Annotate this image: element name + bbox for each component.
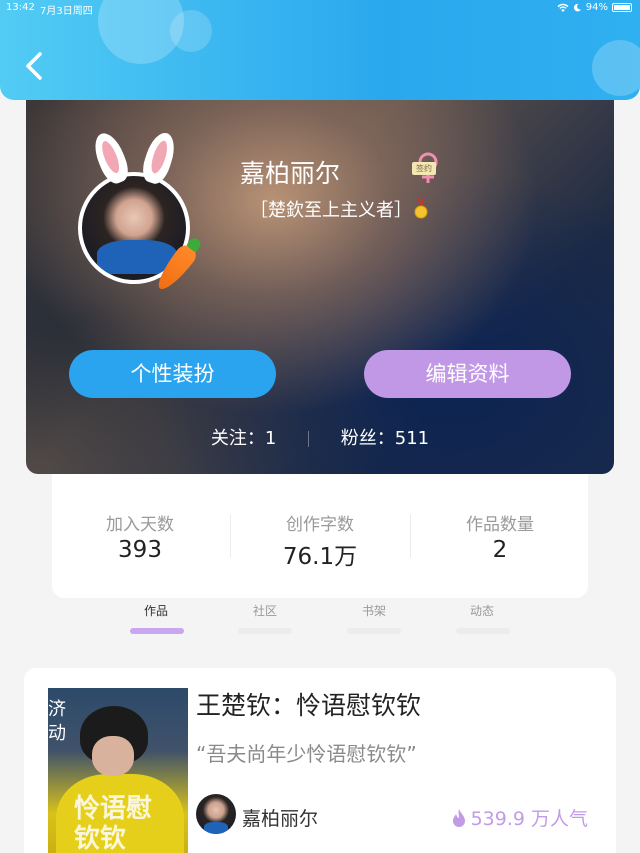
popularity-value: 539.9 万人气 [470, 808, 588, 830]
follow-stats: 关注：1 粉丝：511 [26, 424, 614, 450]
profile-motto: ［楚欽至上主义者］ [250, 200, 412, 221]
cover-side-text: 济动 [48, 699, 66, 744]
tab-community[interactable]: 社区 [235, 602, 295, 619]
tab-bookshelf[interactable]: 书架 [344, 602, 404, 619]
stat-value: 76.1万 [282, 544, 358, 570]
tab-indicator [130, 628, 184, 634]
tab-indicator [456, 628, 510, 634]
profile-username: 嘉柏丽尔 [240, 159, 341, 188]
following-link[interactable]: 关注：1 [211, 424, 276, 450]
signed-badge: 签约 [412, 162, 436, 175]
cover-title: 怜语慰钦钦 [74, 794, 153, 853]
following-count: 1 [264, 428, 277, 449]
author-avatar [196, 794, 236, 834]
dress-up-button[interactable]: 个性装扮 [69, 350, 276, 398]
tab-works[interactable]: 作品 [126, 602, 186, 619]
top-header: 13:42 7月3日周四 94% [0, 0, 640, 100]
status-date: 7月3日周四 [40, 6, 93, 17]
fans-count: 511 [394, 428, 430, 449]
stat-label: 作品数量 [466, 515, 534, 535]
bunny-ear-icon [138, 129, 180, 187]
status-time: 13:42 [6, 2, 35, 13]
moon-icon [573, 3, 581, 12]
work-quote: “吾夫尚年少怜语慰钦钦” [196, 742, 417, 766]
back-button[interactable] [18, 46, 54, 86]
profile-avatar[interactable] [78, 129, 208, 295]
stats-card: 加入天数 393 创作字数 76.1万 作品数量 2 [52, 474, 588, 598]
divider [410, 514, 411, 558]
stat-join-days: 加入天数 393 [52, 510, 228, 563]
stat-value: 393 [118, 537, 162, 563]
tab-indicator [347, 628, 401, 634]
medal-icon [414, 198, 428, 219]
divider [230, 514, 231, 558]
work-card[interactable]: 济动 怜语慰钦钦 王楚钦：怜语慰钦钦 “吾夫尚年少怜语慰钦钦” 嘉柏丽尔 539… [24, 668, 616, 853]
edit-profile-button[interactable]: 编辑资料 [364, 350, 571, 398]
status-indicators: 94% [557, 2, 632, 13]
book-cover[interactable]: 济动 怜语慰钦钦 [48, 688, 188, 853]
battery-icon [612, 3, 632, 12]
work-title[interactable]: 王楚钦：怜语慰钦钦 [196, 686, 421, 722]
flame-icon [452, 808, 465, 827]
stat-label: 加入天数 [106, 515, 174, 535]
divider [308, 431, 310, 447]
bunny-ear-icon [89, 129, 133, 187]
popularity: 539.9 万人气 [451, 804, 588, 831]
following-label: 关注： [210, 428, 265, 449]
profile-card: 嘉柏丽尔 签约 ［楚欽至上主义者］ 个性装扮 编辑资料 关注：1 粉丝：511 [26, 84, 614, 474]
fans-link[interactable]: 粉丝：511 [341, 424, 429, 450]
wifi-icon [557, 3, 569, 12]
decor-bubble [592, 40, 640, 96]
stat-label: 创作字数 [286, 515, 354, 535]
battery-percent: 94% [585, 2, 608, 13]
tab-indicator [238, 628, 292, 634]
author-name: 嘉柏丽尔 [242, 808, 319, 830]
stat-value: 2 [492, 537, 508, 563]
decor-bubble [170, 10, 212, 52]
fans-label: 粉丝： [340, 428, 395, 449]
tab-activity[interactable]: 动态 [452, 602, 512, 619]
stat-word-count: 创作字数 76.1万 [232, 510, 408, 571]
stat-works-count: 作品数量 2 [412, 510, 588, 563]
